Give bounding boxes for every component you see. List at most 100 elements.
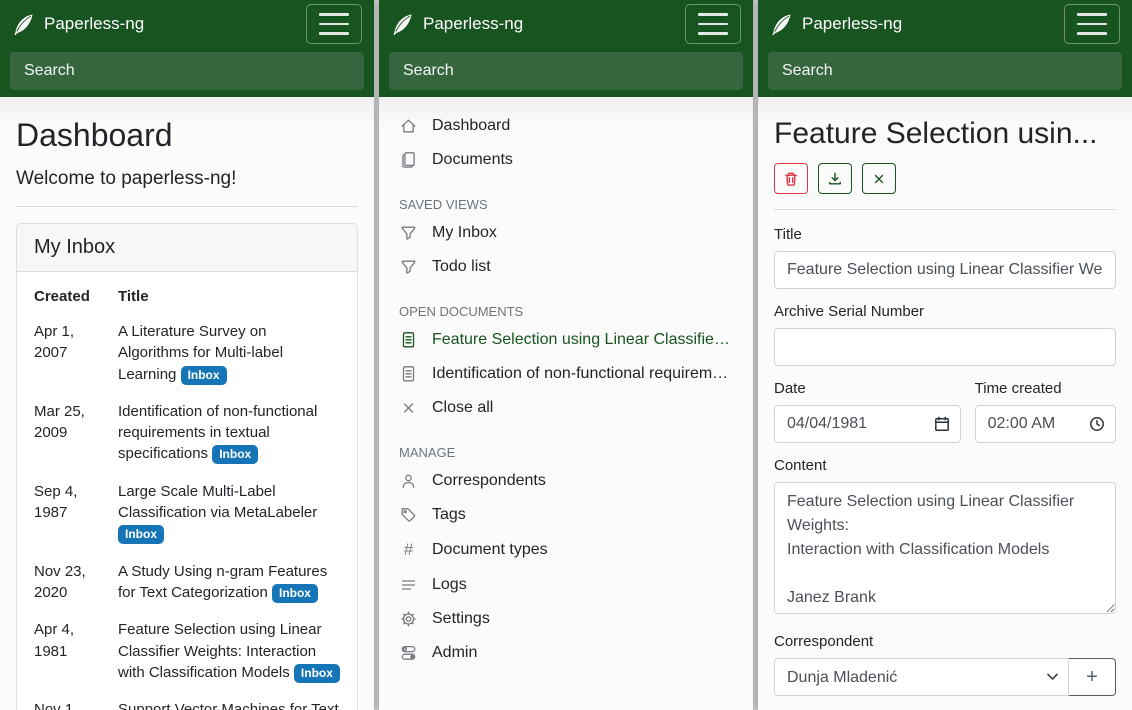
toggles-icon bbox=[399, 644, 418, 662]
date-field[interactable] bbox=[787, 415, 928, 433]
title-cell: Feature Selection using Linear Classifie… bbox=[118, 611, 340, 691]
menu-item-close-all[interactable]: Close all bbox=[379, 391, 753, 425]
inbox-tag-badge[interactable]: Inbox bbox=[181, 366, 227, 385]
asn-field-label: Archive Serial Number bbox=[774, 303, 1116, 320]
clock-icon[interactable] bbox=[1089, 416, 1105, 432]
hash-icon: # bbox=[399, 540, 418, 560]
date-field-label: Date bbox=[774, 380, 961, 397]
asn-field[interactable] bbox=[774, 328, 1116, 366]
open-document-item-active[interactable]: Feature Selection using Linear Classifie… bbox=[379, 323, 753, 357]
table-row[interactable]: Nov 1, 2016 Support Vector Machines for … bbox=[34, 691, 340, 710]
inbox-table: Created Title Apr 1, 2007 A Literature S… bbox=[34, 286, 340, 710]
person-icon bbox=[399, 472, 418, 490]
search-input[interactable] bbox=[389, 52, 743, 90]
created-cell: Apr 1, 2007 bbox=[34, 313, 118, 393]
table-row[interactable]: Mar 25, 2009 Identification of non-funct… bbox=[34, 393, 340, 473]
menu-item-document-types[interactable]: # Document types bbox=[379, 532, 753, 568]
menu-item-label: Documents bbox=[432, 151, 513, 169]
tag-icon bbox=[399, 506, 418, 524]
inbox-card: My Inbox Created Title Apr bbox=[16, 223, 358, 710]
created-cell: Apr 4, 1981 bbox=[34, 611, 118, 691]
time-field[interactable] bbox=[988, 415, 1083, 433]
menu-item-todo-list[interactable]: Todo list bbox=[379, 250, 753, 284]
title-field[interactable] bbox=[774, 251, 1116, 289]
hamburger-button[interactable] bbox=[685, 4, 741, 44]
house-icon bbox=[399, 117, 418, 135]
menu-item-label: Dashboard bbox=[432, 117, 510, 135]
table-row[interactable]: Apr 4, 1981 Feature Selection using Line… bbox=[34, 611, 340, 691]
menu-item-logs[interactable]: Logs bbox=[379, 568, 753, 602]
close-icon bbox=[872, 172, 886, 186]
brand[interactable]: Paperless-ng bbox=[12, 13, 144, 35]
menu-item-label: Logs bbox=[432, 576, 467, 594]
download-button[interactable] bbox=[818, 163, 852, 194]
section-header-manage: MANAGE bbox=[379, 439, 753, 464]
brand[interactable]: Paperless-ng bbox=[391, 13, 523, 35]
inbox-tag-badge[interactable]: Inbox bbox=[118, 525, 164, 544]
created-cell: Nov 23, 2020 bbox=[34, 553, 118, 612]
inbox-tag-badge[interactable]: Inbox bbox=[272, 584, 318, 603]
feather-logo-icon bbox=[770, 13, 792, 35]
menu-item-label: Tags bbox=[432, 506, 466, 524]
add-correspondent-button[interactable]: + bbox=[1068, 658, 1116, 696]
menu-item-label: Correspondents bbox=[432, 472, 546, 490]
menu-item-admin[interactable]: Admin bbox=[379, 636, 753, 670]
open-document-item[interactable]: Identification of non-functional require… bbox=[379, 357, 753, 391]
document-content: Feature Selection usin... Title Archive … bbox=[758, 97, 1132, 710]
calendar-icon[interactable] bbox=[934, 416, 950, 432]
doc-title-link[interactable]: Feature Selection using Linear Classifie… bbox=[118, 621, 321, 681]
column-header-title: Title bbox=[118, 286, 340, 313]
brand-name: Paperless-ng bbox=[44, 14, 144, 34]
title-field-label: Title bbox=[774, 226, 1116, 243]
menu-item-label: Settings bbox=[432, 610, 490, 628]
document-title: Feature Selection usin... bbox=[774, 117, 1116, 151]
list-icon bbox=[399, 576, 418, 594]
created-cell: Nov 1, 2016 bbox=[34, 691, 118, 710]
title-cell: A Literature Survey on Algorithms for Mu… bbox=[118, 313, 340, 393]
table-row[interactable]: Apr 1, 2007 A Literature Survey on Algor… bbox=[34, 313, 340, 393]
file-text-icon bbox=[399, 365, 418, 383]
trash-icon bbox=[783, 171, 799, 187]
hamburger-button[interactable] bbox=[1064, 4, 1120, 44]
welcome-text: Welcome to paperless-ng! bbox=[16, 168, 358, 190]
title-cell: A Study Using n-gram Features for Text C… bbox=[118, 553, 340, 612]
menu-item-label: Admin bbox=[432, 644, 477, 662]
correspondent-select[interactable]: Dunja Mladenić bbox=[774, 658, 1069, 696]
gear-icon bbox=[399, 610, 418, 628]
menu-item-my-inbox[interactable]: My Inbox bbox=[379, 216, 753, 250]
table-row[interactable]: Nov 23, 2020 A Study Using n-gram Featur… bbox=[34, 553, 340, 612]
doc-title-link[interactable]: Support Vector Machines for Text Categor… bbox=[118, 701, 339, 710]
menu-item-tags[interactable]: Tags bbox=[379, 498, 753, 532]
inbox-tag-badge[interactable]: Inbox bbox=[212, 445, 258, 464]
menu-item-documents[interactable]: Documents bbox=[379, 143, 753, 177]
table-row[interactable]: Sep 4, 1987 Large Scale Multi-Label Clas… bbox=[34, 473, 340, 553]
inbox-tag-badge[interactable]: Inbox bbox=[294, 664, 340, 683]
brand[interactable]: Paperless-ng bbox=[770, 13, 902, 35]
documents-icon bbox=[399, 151, 418, 169]
brand-name: Paperless-ng bbox=[423, 14, 523, 34]
filter-icon bbox=[399, 258, 418, 276]
panel-dashboard: Paperless-ng Dashboard Welcome to paperl… bbox=[0, 0, 374, 710]
search-input[interactable] bbox=[768, 52, 1122, 90]
inbox-card-title: My Inbox bbox=[17, 224, 357, 272]
title-cell: Support Vector Machines for Text Categor… bbox=[118, 691, 340, 710]
file-text-icon bbox=[399, 331, 418, 349]
search-input[interactable] bbox=[10, 52, 364, 90]
delete-button[interactable] bbox=[774, 163, 808, 194]
brand-name: Paperless-ng bbox=[802, 14, 902, 34]
title-cell: Identification of non-functional require… bbox=[118, 393, 340, 473]
section-header-saved-views: SAVED VIEWS bbox=[379, 191, 753, 216]
menu-item-settings[interactable]: Settings bbox=[379, 602, 753, 636]
hamburger-button[interactable] bbox=[306, 4, 362, 44]
menu-item-label: Close all bbox=[432, 399, 493, 417]
close-document-button[interactable] bbox=[862, 163, 896, 194]
open-document-label: Feature Selection using Linear Classifie… bbox=[432, 331, 733, 349]
doc-title-link[interactable]: Large Scale Multi-Label Classification v… bbox=[118, 483, 317, 521]
dashboard-content: Dashboard Welcome to paperless-ng! My In… bbox=[0, 97, 374, 710]
menu-item-dashboard[interactable]: Dashboard bbox=[379, 109, 753, 143]
menu-content: Dashboard Documents SAVED VIEWS My Inbox… bbox=[379, 97, 753, 710]
content-field[interactable]: Feature Selection using Linear Classifie… bbox=[774, 482, 1116, 614]
correspondent-group: Dunja Mladenić + bbox=[774, 658, 1116, 696]
menu-item-correspondents[interactable]: Correspondents bbox=[379, 464, 753, 498]
feather-logo-icon bbox=[12, 13, 34, 35]
